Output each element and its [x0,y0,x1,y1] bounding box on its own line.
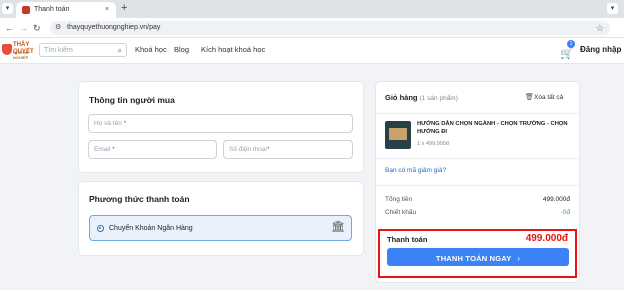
cart-item-price: 1 x 499.000đ [417,141,449,147]
search-input[interactable]: Tìm kiếm ⌕ [39,43,127,57]
address-bar: ← → ↻ ⚙ thayquyethuongnghiep.vn/pay ☆ [0,18,624,38]
discount-label: Chiết khấu [385,209,417,216]
clear-all-button[interactable]: Xóa tất cả [534,93,563,102]
cart-count-label: (1 sản phẩm) [419,95,458,102]
login-link[interactable]: Đăng nhập [580,45,621,55]
required-mark: * [123,120,127,127]
buyer-info-title: Thông tin người mua [89,95,175,105]
pay-now-label: THANH TOÁN NGAY [435,254,512,263]
reload-icon[interactable]: ↻ [33,22,41,34]
payment-method-title: Phương thức thanh toán [89,194,190,204]
tab-favicon-icon [22,6,30,14]
total-label: Thanh toán [387,235,428,244]
fullname-field[interactable]: Họ và tên * [88,114,353,133]
fullname-placeholder: Họ và tên * [94,120,126,128]
subtotal-value: 499.000đ [542,196,570,203]
search-placeholder: Tìm kiếm [44,47,73,54]
back-icon[interactable]: ← [5,22,14,34]
payment-radio[interactable] [97,225,104,232]
browser-tab-strip: ▾ Thanh toán × + ▾ [0,0,624,18]
tab-search-icon[interactable]: ▾ [2,3,13,14]
url-field[interactable]: ⚙ thayquyethuongnghiep.vn/pay ☆ [50,21,610,35]
email-placeholder: Email * [94,146,115,154]
payment-option-bank-transfer[interactable]: Chuyển Khoản Ngân Hàng 🏛 [89,215,352,241]
payment-option-label: Chuyển Khoản Ngân Hàng [109,225,193,232]
nav-link-activate-course[interactable]: Kích hoạt khoá học [201,45,265,55]
tab-title: Thanh toán [34,6,70,13]
nav-link-blog[interactable]: Blog [174,45,189,55]
required-mark: * [266,146,270,153]
phone-placeholder-text: Số điện thoại [229,146,267,153]
logo-mark-icon [2,44,12,55]
discount-value: -0đ [560,209,570,216]
payment-method-card: Phương thức thanh toán Chuyển Khoản Ngân… [79,182,363,255]
logo-subtext: HƯỚNG NGHIỆP [13,50,29,60]
thumbnail-book-icon [389,128,407,140]
nav-link-courses[interactable]: Khoá học [135,45,167,55]
cart-header: Giỏ hàng (1 sản phẩm) 🗑 Xóa tất cả [376,82,579,114]
cart-icon: 🛒 [560,48,574,60]
phone-placeholder: Số điện thoại* [229,146,269,154]
cart-item: HƯỚNG DẪN CHỌN NGÀNH - CHỌN TRƯỜNG - CHỌ… [376,114,579,159]
course-thumbnail [385,121,411,149]
trash-icon[interactable]: 🗑 [525,93,534,102]
subtotal-label: Tổng tiền [385,196,413,203]
fullname-placeholder-text: Họ và tên [94,120,122,127]
site-logo[interactable]: THẦY QUYẾT HƯỚNG NGHIỆP [2,42,36,60]
search-icon[interactable]: ⌕ [118,46,122,55]
cart-title-text: Giỏ hàng [385,93,418,102]
cart-count-badge: 1 [567,40,575,48]
required-mark: * [112,146,115,153]
email-field[interactable]: Email * [88,140,217,159]
buyer-info-card: Thông tin người mua Họ và tên * Email * … [79,82,363,172]
chevron-down-icon[interactable]: ▾ [607,3,618,14]
coupon-link[interactable]: Bạn có mã giảm giá? [385,167,446,175]
new-tab-button[interactable]: + [121,2,127,15]
total-value: 499.000đ [525,233,568,244]
forward-icon[interactable]: → [19,22,28,34]
bank-icon: 🏛 [331,221,345,233]
cart-button[interactable]: 🛒 1 [560,40,575,60]
url-text: thayquyethuongnghiep.vn/pay [67,24,161,31]
browser-tab[interactable]: Thanh toán × [16,2,116,18]
site-info-icon[interactable]: ⚙ [55,23,61,33]
pay-now-button[interactable]: THANH TOÁN NGAY › [387,248,569,266]
cart-title: Giỏ hàng (1 sản phẩm) [385,93,458,102]
chevron-right-icon: › [517,254,521,263]
site-header: THẦY QUYẾT HƯỚNG NGHIỆP Tìm kiếm ⌕ Khoá … [0,38,624,64]
email-placeholder-text: Email [94,146,111,153]
phone-field[interactable]: Số điện thoại* [223,140,353,159]
tab-close-icon[interactable]: × [105,5,109,15]
bookmark-star-icon[interactable]: ☆ [596,22,604,34]
divider [376,185,579,186]
cart-item-name[interactable]: HƯỚNG DẪN CHỌN NGÀNH - CHỌN TRƯỜNG - CHỌ… [417,120,575,136]
payment-summary-highlight: Thanh toán 499.000đ THANH TOÁN NGAY › [378,229,577,278]
